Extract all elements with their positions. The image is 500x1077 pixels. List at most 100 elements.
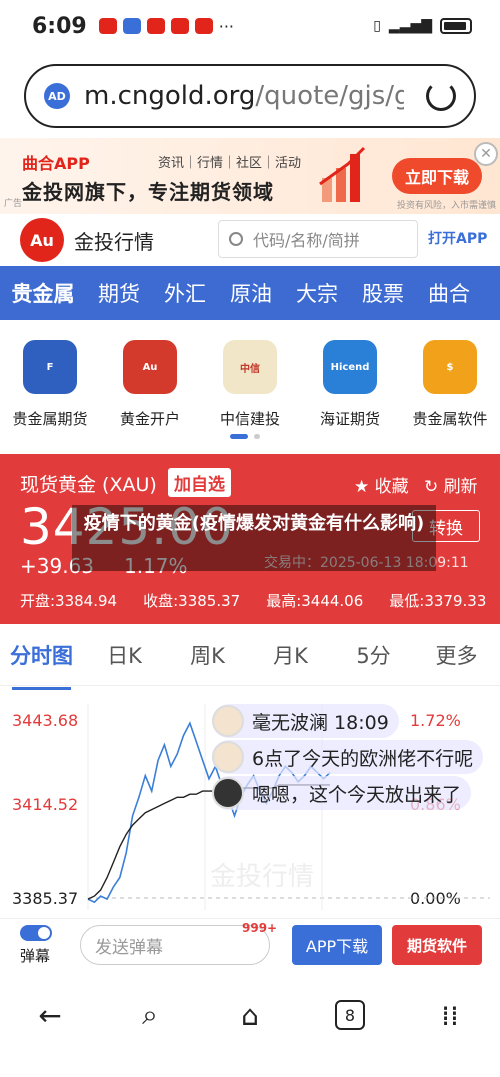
ad-tag: 广告 xyxy=(4,199,23,209)
hicend-logo-icon: Hicend xyxy=(323,340,377,394)
category-item[interactable]: 大宗 xyxy=(284,278,350,308)
danmaku-item: 毫无波澜 18:09 xyxy=(212,704,399,738)
site-logo[interactable]: Au xyxy=(20,218,64,262)
futures-software-button[interactable]: 期货软件 xyxy=(392,925,482,965)
collect-button[interactable]: ★ 收藏 xyxy=(354,472,409,497)
open-app-button[interactable]: 打开APP xyxy=(428,228,487,248)
tab-intraday[interactable]: 分时图 xyxy=(0,640,83,690)
more-icon: ··· xyxy=(218,16,234,36)
danmaku-text: 6点了今天的欧洲佬不行呢 xyxy=(252,747,474,770)
app-label: 贵金属软件 xyxy=(412,410,488,428)
category-item[interactable]: 股票 xyxy=(350,278,416,308)
refresh-button[interactable]: ↻ 刷新 xyxy=(424,472,478,497)
add-watchlist-button[interactable]: 加自选 xyxy=(168,468,231,497)
back-icon[interactable]: ← xyxy=(30,995,70,1035)
high-price: 最高:3444.06 xyxy=(266,592,364,610)
url-path: /quote/gjs/gjhj_ xyxy=(255,81,404,111)
danmaku-toggle[interactable] xyxy=(20,925,52,941)
app-label: 中信建投 xyxy=(219,410,280,428)
quote-stats: 开盘:3384.94 收盘:3385.37 最高:3444.06 最低:3379… xyxy=(20,590,490,611)
url-text[interactable]: m.cngold.org/quote/gjs/gjhj_ xyxy=(84,81,404,111)
notification-icon xyxy=(98,18,117,34)
tabs-button[interactable]: 8 xyxy=(330,995,370,1035)
battery-icon xyxy=(440,18,472,34)
status-indicators: ▯ ▂▃▅▇ xyxy=(373,18,472,34)
tab-5min[interactable]: 5分 xyxy=(332,640,415,670)
status-time: 6:09 xyxy=(32,13,87,39)
address-bar[interactable]: AD m.cngold.org/quote/gjs/gjhj_ xyxy=(24,64,476,128)
category-item[interactable]: 原油 xyxy=(218,278,284,308)
ad-menu: 资讯｜行情｜社区｜活动 xyxy=(158,156,302,171)
menu-icon[interactable]: ⁞⁞ xyxy=(430,995,470,1035)
y-pct-label: 1.72% xyxy=(410,711,461,730)
status-bar: 6:09 ··· ▯ ▂▃▅▇ xyxy=(0,0,500,52)
category-item[interactable]: 外汇 xyxy=(152,278,218,308)
search-icon xyxy=(229,232,243,246)
status-app-icons: ··· xyxy=(98,16,234,36)
chart-illustration-icon xyxy=(319,146,366,202)
category-item[interactable]: 曲合 xyxy=(416,278,482,308)
tab-more[interactable]: 更多 xyxy=(415,640,498,670)
apps-row: F 贵金属期货 Au 黄金开户 中信 中信建投 Hicend 海证期货 $ 贵金… xyxy=(0,320,500,450)
message-badge: 999+ xyxy=(242,921,278,935)
tab-weekly-k[interactable]: 周K xyxy=(166,640,249,670)
signal-icon: ▂▃▅▇ xyxy=(388,18,432,34)
danmaku-item: 6点了今天的欧洲佬不行呢 xyxy=(212,740,484,774)
avatar xyxy=(212,741,244,773)
search-input[interactable]: 代码/名称/简拼 xyxy=(218,220,418,258)
ad-banner[interactable]: 曲合APP 资讯｜行情｜社区｜活动 金投网旗下，专注期货领域 立即下载 广告 投… xyxy=(0,138,500,214)
bottom-toolbar: 弹幕 发送弹幕 999+ APP下载 期货软件 xyxy=(0,918,500,970)
close-icon[interactable]: ✕ xyxy=(474,142,498,166)
avatar xyxy=(212,705,244,737)
app-icon xyxy=(170,18,189,34)
refresh-label: 刷新 xyxy=(443,477,478,497)
site-title: 金投行情 xyxy=(74,229,154,254)
app-shortcut[interactable]: Hicend 海证期货 xyxy=(300,340,400,450)
category-nav: 贵金属 期货 外汇 原油 大宗 股票 曲合 xyxy=(0,266,500,320)
app-shortcut[interactable]: F 贵金属期货 xyxy=(0,340,100,450)
paw-icon xyxy=(122,18,141,34)
app-label: 黄金开户 xyxy=(119,410,180,428)
citic-logo-icon: 中信 xyxy=(223,340,277,394)
danmaku-label: 弹幕 xyxy=(20,947,51,965)
open-price: 开盘:3384.94 xyxy=(20,592,118,610)
vibrate-icon: ▯ xyxy=(373,18,381,34)
chart-watermark: 金投行情 xyxy=(210,862,314,892)
danmaku-text: 嗯嗯，这个今天放出来了 xyxy=(252,783,462,806)
intraday-chart: 金投行情 3443.68 3414.52 3385.37 1.72% 0.86%… xyxy=(0,690,500,918)
category-item[interactable]: 贵金属 xyxy=(0,278,86,308)
danmaku-placeholder: 发送弹幕 xyxy=(95,937,163,958)
app-shortcut[interactable]: $ 贵金属软件 xyxy=(400,340,500,450)
prev-close: 收盘:3385.37 xyxy=(143,592,241,610)
app-download-button[interactable]: APP下载 xyxy=(292,925,382,965)
tabs-count: 8 xyxy=(335,1000,365,1030)
y-tick-label: 3414.52 xyxy=(12,795,78,814)
reload-icon[interactable] xyxy=(426,81,456,111)
tab-monthly-k[interactable]: 月K xyxy=(249,640,332,670)
app-shortcut[interactable]: Au 黄金开户 xyxy=(100,340,200,450)
url-host: m.cngold.org xyxy=(84,81,256,111)
ad-slogan: 金投网旗下，专注期货领域 xyxy=(22,180,274,204)
gold-bar-icon: Au xyxy=(123,340,177,394)
danmaku-text: 毫无波澜 18:09 xyxy=(252,711,389,734)
collect-label: 收藏 xyxy=(374,477,409,497)
app-icon xyxy=(194,18,213,34)
app-label: 海证期货 xyxy=(319,410,380,428)
carousel-dot xyxy=(254,434,260,439)
ad-disclaimer: 投资有风险，入市需谨慎 xyxy=(396,201,496,211)
futures-app-icon: F xyxy=(23,340,77,394)
ad-download-button[interactable]: 立即下载 xyxy=(392,158,482,194)
site-header: Au 金投行情 代码/名称/简拼 打开APP xyxy=(0,214,500,266)
y-tick-label: 3443.68 xyxy=(12,711,78,730)
search-placeholder: 代码/名称/简拼 xyxy=(253,231,360,250)
category-item[interactable]: 期货 xyxy=(86,278,152,308)
tab-daily-k[interactable]: 日K xyxy=(83,640,166,670)
home-icon[interactable]: ⌂ xyxy=(230,995,270,1035)
ad-brand: 曲合APP xyxy=(22,154,90,173)
quote-name: 现货黄金 (XAU) xyxy=(20,474,157,496)
search-icon[interactable]: ⌕ xyxy=(130,995,170,1035)
chart-tabs: 分时图 日K 周K 月K 5分 更多 xyxy=(0,624,500,690)
carousel-dot-active xyxy=(230,434,248,439)
carousel-dots xyxy=(230,434,260,439)
ad-badge-icon: AD xyxy=(44,83,70,109)
